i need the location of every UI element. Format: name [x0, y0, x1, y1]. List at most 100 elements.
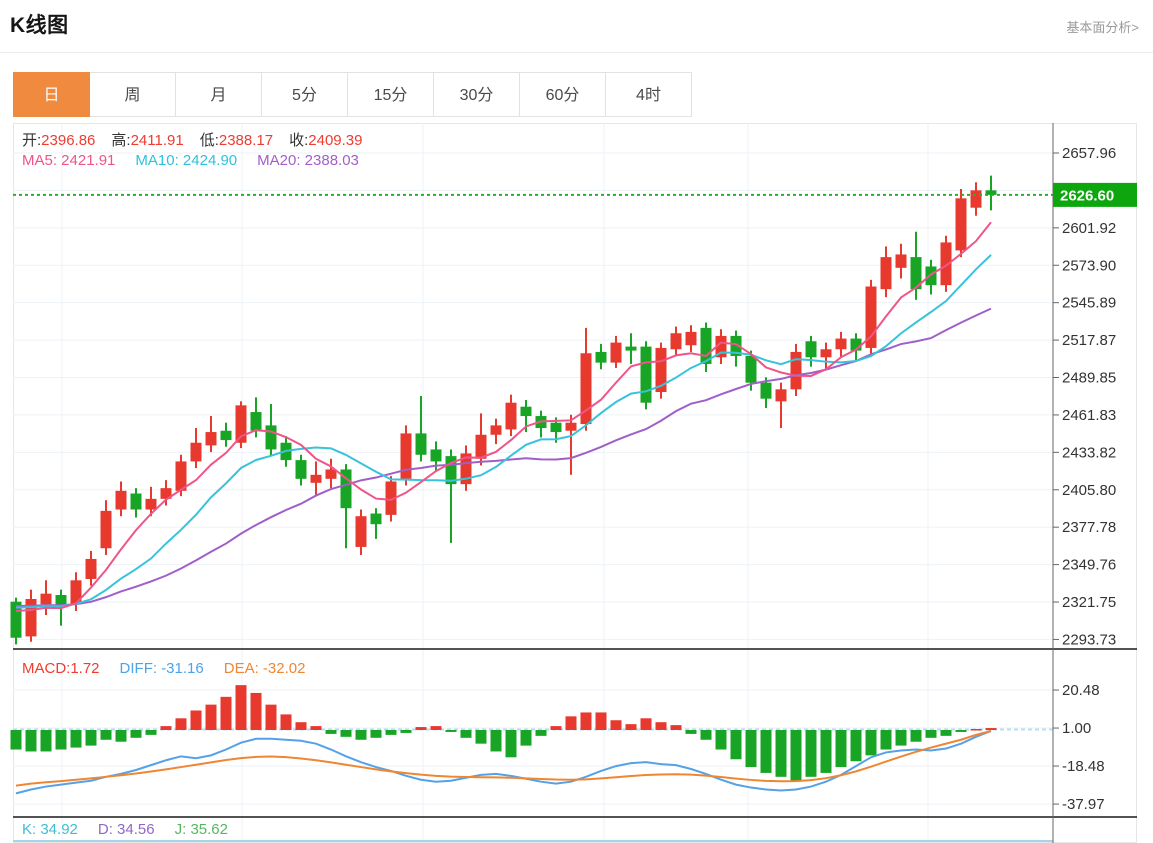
- macd-bar[interactable]: [490, 730, 502, 752]
- macd-bar[interactable]: [805, 730, 817, 777]
- macd-bar[interactable]: [460, 730, 472, 738]
- macd-bar[interactable]: [715, 730, 727, 750]
- macd-bar[interactable]: [175, 718, 187, 730]
- macd-bar[interactable]: [940, 730, 952, 736]
- candle[interactable]: [790, 351, 802, 390]
- tab-day[interactable]: 日: [13, 72, 90, 117]
- macd-bar[interactable]: [55, 730, 67, 750]
- macd-bar[interactable]: [400, 730, 412, 733]
- candle[interactable]: [565, 422, 577, 431]
- macd-bar[interactable]: [655, 722, 667, 730]
- candle[interactable]: [490, 425, 502, 435]
- macd-bar[interactable]: [955, 730, 967, 732]
- candle[interactable]: [415, 433, 427, 455]
- candle[interactable]: [325, 469, 337, 479]
- macd-bar[interactable]: [145, 730, 157, 735]
- macd-bar[interactable]: [280, 714, 292, 730]
- candle[interactable]: [130, 493, 142, 510]
- candle[interactable]: [835, 338, 847, 350]
- candle[interactable]: [100, 510, 112, 549]
- macd-bar[interactable]: [625, 724, 637, 730]
- macd-bar[interactable]: [925, 730, 937, 738]
- candle[interactable]: [550, 422, 562, 433]
- candle[interactable]: [805, 341, 817, 358]
- macd-bar[interactable]: [235, 685, 247, 730]
- candle[interactable]: [520, 406, 532, 417]
- candle[interactable]: [925, 266, 937, 286]
- macd-bar[interactable]: [640, 718, 652, 730]
- macd-bar[interactable]: [445, 730, 457, 732]
- candle[interactable]: [820, 349, 832, 358]
- macd-bar[interactable]: [220, 696, 232, 730]
- macd-bar[interactable]: [535, 730, 547, 736]
- kline-chart-canvas[interactable]: 2657.96 2601.92 2573.90 2545.89 2517.87 2489.…: [0, 0, 1153, 843]
- macd-bar[interactable]: [310, 726, 322, 730]
- candle[interactable]: [640, 346, 652, 403]
- candle[interactable]: [70, 580, 82, 605]
- macd-bar[interactable]: [895, 730, 907, 746]
- macd-bar[interactable]: [40, 730, 52, 752]
- candle[interactable]: [685, 331, 697, 346]
- macd-bar[interactable]: [685, 730, 697, 734]
- candle[interactable]: [295, 460, 307, 479]
- candle[interactable]: [310, 474, 322, 483]
- macd-bar[interactable]: [700, 730, 712, 740]
- candle[interactable]: [670, 333, 682, 350]
- candle[interactable]: [760, 382, 772, 399]
- macd-bar[interactable]: [910, 730, 922, 742]
- macd-bar[interactable]: [475, 730, 487, 744]
- candle[interactable]: [745, 355, 757, 383]
- candle[interactable]: [85, 558, 97, 579]
- macd-bar[interactable]: [415, 727, 427, 730]
- candle[interactable]: [595, 351, 607, 363]
- macd-bar[interactable]: [430, 726, 442, 730]
- macd-bar[interactable]: [25, 730, 37, 752]
- macd-bar[interactable]: [670, 725, 682, 730]
- macd-bar[interactable]: [520, 730, 532, 746]
- macd-bar[interactable]: [565, 716, 577, 730]
- macd-bar[interactable]: [385, 730, 397, 735]
- macd-bar[interactable]: [250, 692, 262, 730]
- macd-bar[interactable]: [820, 730, 832, 773]
- macd-bar[interactable]: [325, 730, 337, 734]
- fundamental-analysis-link[interactable]: 基本面分析>: [1066, 17, 1139, 36]
- macd-bar[interactable]: [985, 728, 997, 730]
- macd-bar[interactable]: [580, 712, 592, 730]
- macd-bar[interactable]: [730, 730, 742, 760]
- candle[interactable]: [505, 402, 517, 430]
- macd-bar[interactable]: [745, 730, 757, 768]
- candle[interactable]: [205, 432, 217, 446]
- macd-bar[interactable]: [340, 730, 352, 737]
- candle[interactable]: [955, 198, 967, 251]
- candle[interactable]: [40, 593, 52, 605]
- candle[interactable]: [190, 442, 202, 462]
- macd-bar[interactable]: [160, 726, 172, 730]
- candle[interactable]: [970, 190, 982, 208]
- candle[interactable]: [625, 346, 637, 351]
- macd-bar[interactable]: [835, 730, 847, 768]
- candle[interactable]: [250, 412, 262, 431]
- macd-bar[interactable]: [760, 730, 772, 773]
- macd-bar[interactable]: [610, 720, 622, 730]
- tab-15min[interactable]: 15分: [348, 72, 434, 117]
- tab-4hour[interactable]: 4时: [606, 72, 692, 117]
- macd-bar[interactable]: [550, 726, 562, 730]
- tab-week[interactable]: 周: [90, 72, 176, 117]
- tab-30min[interactable]: 30分: [434, 72, 520, 117]
- macd-bar[interactable]: [190, 710, 202, 730]
- macd-bar[interactable]: [505, 730, 517, 758]
- macd-bar[interactable]: [85, 730, 97, 746]
- candle[interactable]: [430, 449, 442, 462]
- macd-bar[interactable]: [775, 730, 787, 777]
- candle[interactable]: [880, 257, 892, 290]
- macd-bar[interactable]: [205, 704, 217, 730]
- macd-bar[interactable]: [100, 730, 112, 740]
- tab-60min[interactable]: 60分: [520, 72, 606, 117]
- candle[interactable]: [355, 516, 367, 547]
- macd-bar[interactable]: [115, 730, 127, 742]
- macd-bar[interactable]: [595, 712, 607, 730]
- macd-bar[interactable]: [355, 730, 367, 740]
- macd-bar[interactable]: [295, 722, 307, 730]
- macd-bar[interactable]: [790, 730, 802, 781]
- macd-bar[interactable]: [370, 730, 382, 738]
